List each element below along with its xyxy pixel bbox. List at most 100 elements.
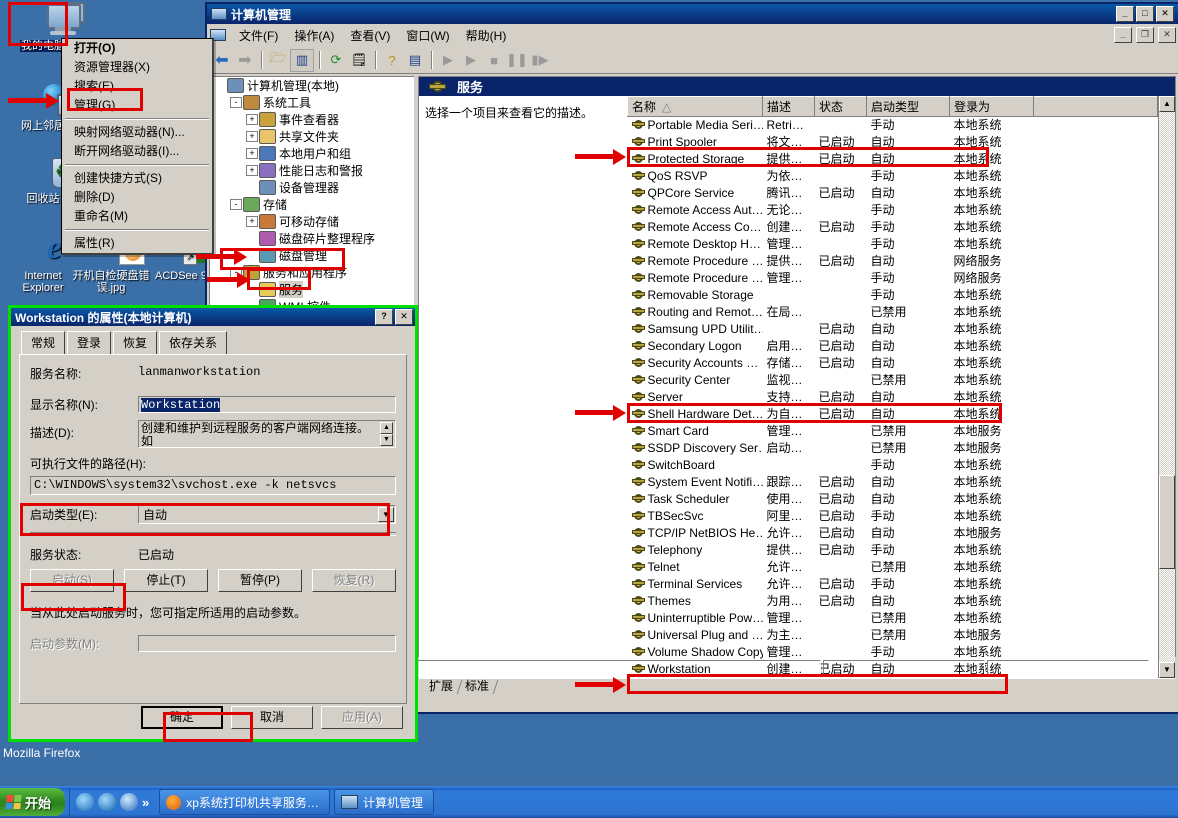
expand-icon[interactable]: + (246, 165, 258, 176)
tree-item[interactable]: -存储 (210, 196, 414, 213)
scroll-thumb[interactable] (1159, 475, 1175, 569)
ok-button[interactable]: 确定 (141, 706, 223, 729)
tree-item[interactable]: +可移动存储 (210, 213, 414, 230)
context-menu-item[interactable]: 映射网络驱动器(N)... (62, 123, 212, 142)
stop-service-button[interactable]: 停止(T) (124, 569, 208, 592)
table-row[interactable]: System Event Notifi…跟踪…已启动自动本地系统 (628, 474, 1158, 491)
expand-icon[interactable]: + (246, 148, 258, 159)
context-menu-item[interactable]: 重命名(M) (62, 207, 212, 226)
table-row[interactable]: Task Scheduler使用…已启动自动本地系统 (628, 491, 1158, 508)
back-arrow-icon[interactable]: ⬅ (211, 50, 233, 71)
properties-icon[interactable]: ▤ (404, 50, 426, 71)
collapse-icon[interactable]: - (230, 267, 242, 278)
collapse-icon[interactable]: - (230, 199, 242, 210)
scroll-up-button[interactable]: ▲ (1159, 96, 1175, 112)
table-row[interactable]: Remote Access Co…创建…已启动手动本地系统 (628, 219, 1158, 236)
my-computer-context-menu[interactable]: 打开(O)资源管理器(X)搜索(E)...管理(G) 映射网络驱动器(N)...断… (61, 38, 214, 255)
context-menu-item[interactable]: 管理(G) (62, 96, 212, 115)
table-row[interactable]: Print Spooler将文…已启动自动本地系统 (628, 134, 1158, 151)
description-scrollbar[interactable]: ▲▼ (380, 422, 393, 446)
child-close-button[interactable]: ✕ (1158, 27, 1176, 43)
window-titlebar[interactable]: 计算机管理 _ □ ✕ (207, 4, 1178, 24)
tab-standard[interactable]: 标准 (459, 679, 495, 694)
tree-item[interactable]: +性能日志和警报 (210, 162, 414, 179)
close-button[interactable]: ✕ (1156, 6, 1174, 22)
table-row[interactable]: Protected Storage提供…已启动自动本地系统 (628, 151, 1158, 168)
apply-button[interactable]: 应用(A) (321, 706, 403, 729)
menu-view[interactable]: 查看(V) (342, 25, 398, 46)
start-service-button[interactable]: 启动(S) (30, 569, 114, 592)
start-button[interactable]: 开始 (0, 788, 65, 816)
table-row[interactable]: SwitchBoard手动本地系统 (628, 457, 1158, 474)
table-row[interactable]: Remote Access Aut…无论…手动本地系统 (628, 202, 1158, 219)
context-menu-item[interactable]: 创建快捷方式(S) (62, 169, 212, 188)
table-row[interactable]: Telnet允许…已禁用本地系统 (628, 559, 1158, 576)
chevron-down-icon[interactable]: ▼ (378, 507, 394, 522)
expand-icon[interactable]: + (246, 131, 258, 142)
table-row[interactable]: Routing and Remot…在局…已禁用本地系统 (628, 304, 1158, 321)
menu-help[interactable]: 帮助(H) (458, 25, 515, 46)
tree-item[interactable]: -系统工具 (210, 94, 414, 111)
resume-icon[interactable]: ▮▶ (529, 50, 551, 71)
pause-icon[interactable]: ❚❚ (506, 50, 528, 71)
column-header[interactable]: 名称△ (628, 97, 763, 117)
workstation-properties-dialog[interactable]: Workstation 的属性(本地计算机) ? ✕ 常规 登录 恢复 依存关系… (8, 305, 418, 742)
dialog-close-button[interactable]: ✕ (395, 309, 413, 325)
table-row[interactable]: Portable Media Seri…Retri…手动本地系统 (628, 117, 1158, 135)
table-row[interactable]: Universal Plug and …为主…已禁用本地服务 (628, 627, 1158, 644)
expand-icon[interactable]: + (246, 216, 258, 227)
table-row[interactable]: Security Center监视…已禁用本地系统 (628, 372, 1158, 389)
table-row[interactable]: Uninterruptible Pow…管理…已禁用本地系统 (628, 610, 1158, 627)
forward-arrow-icon[interactable]: ➡ (234, 50, 256, 71)
table-row[interactable]: Smart Card管理…已禁用本地服务 (628, 423, 1158, 440)
context-menu-item[interactable]: 资源管理器(X) (62, 58, 212, 77)
up-folder-icon[interactable]: 🗁 (267, 50, 289, 71)
tree-item[interactable]: 磁盘碎片整理程序 (210, 230, 414, 247)
play-start-icon[interactable]: ▶ (437, 50, 459, 71)
path-field[interactable]: C:\WINDOWS\system32\svchost.exe -k netsv… (30, 476, 396, 495)
table-row[interactable]: Server支持…已启动自动本地系统 (628, 389, 1158, 406)
table-row[interactable]: SSDP Discovery Ser…启动…已禁用本地服务 (628, 440, 1158, 457)
tree-item[interactable]: -服务和应用程序 (210, 264, 414, 281)
table-row[interactable]: TBSecSvc阿里…已启动手动本地系统 (628, 508, 1158, 525)
play-restart-icon[interactable]: ▶ (460, 50, 482, 71)
tree-item[interactable]: 设备管理器 (210, 179, 414, 196)
menu-window[interactable]: 窗口(W) (398, 25, 457, 46)
context-menu-item[interactable]: 删除(D) (62, 188, 212, 207)
table-row[interactable]: Volume Shadow Copy管理…手动本地系统 (628, 644, 1158, 661)
help-icon[interactable]: ? (381, 50, 403, 71)
menu-file[interactable]: 文件(F) (231, 25, 286, 46)
dialog-titlebar[interactable]: Workstation 的属性(本地计算机) ? ✕ (11, 308, 415, 326)
description-field[interactable]: 创建和维护到远程服务的客户端网络连接。如 ▲▼ (138, 420, 396, 448)
context-menu-item[interactable]: 打开(O) (62, 39, 212, 58)
table-row[interactable]: QoS RSVP为依…手动本地系统 (628, 168, 1158, 185)
scroll-track[interactable] (1159, 112, 1175, 662)
start-params-field[interactable] (138, 635, 396, 652)
table-row[interactable]: Security Accounts …存储…已启动自动本地系统 (628, 355, 1158, 372)
table-row[interactable]: TCP/IP NetBIOS He…允许…已启动自动本地服务 (628, 525, 1158, 542)
export-list-icon[interactable]: 🗒 (348, 50, 370, 71)
show-tree-icon[interactable]: ▥ (290, 49, 314, 72)
desc-scroll-up[interactable]: ▲ (380, 422, 393, 434)
minimize-button[interactable]: _ (1116, 6, 1134, 22)
tree-item[interactable]: 磁盘管理 (210, 247, 414, 264)
media-player-icon[interactable] (120, 793, 138, 811)
services-scrollbar[interactable]: ▲ ▼ (1158, 96, 1175, 678)
tab-dependencies[interactable]: 依存关系 (159, 331, 227, 354)
dialog-help-button[interactable]: ? (375, 309, 393, 325)
tab-logon[interactable]: 登录 (67, 331, 111, 354)
table-row[interactable]: Removable Storage手动本地系统 (628, 287, 1158, 304)
table-row[interactable]: Samsung UPD Utilit…已启动自动本地系统 (628, 321, 1158, 338)
context-menu-item[interactable]: 断开网络驱动器(I)... (62, 142, 212, 161)
child-restore-button[interactable]: ❐ (1136, 27, 1154, 43)
tab-recovery[interactable]: 恢复 (113, 331, 157, 354)
context-menu-item[interactable]: 搜索(E)... (62, 77, 212, 96)
taskbar-item-firefox[interactable]: xp系统打印机共享服务… (159, 789, 330, 815)
pause-service-button[interactable]: 暂停(P) (218, 569, 302, 592)
column-header[interactable]: 登录为 (950, 97, 1034, 117)
cancel-button[interactable]: 取消 (231, 706, 313, 729)
tree-item[interactable]: +事件查看器 (210, 111, 414, 128)
startup-type-combobox[interactable]: 自动 ▼ (138, 505, 396, 524)
tab-extended[interactable]: 扩展 (423, 679, 459, 694)
tree-item[interactable]: 服务 (210, 281, 414, 298)
